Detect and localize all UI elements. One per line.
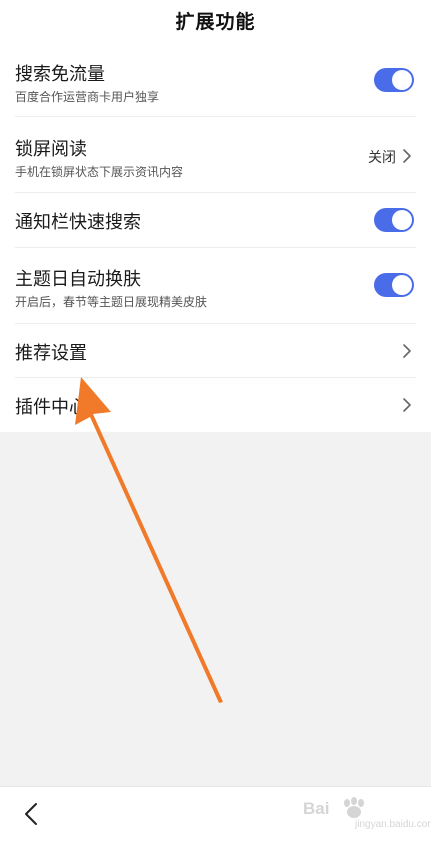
setting-subtitle: 手机在锁屏状态下展示资讯内容 — [15, 165, 184, 179]
setting-row-plugin-center[interactable]: 插件中心 — [0, 378, 431, 432]
toggle-knob — [392, 70, 412, 90]
setting-row-theme-skin[interactable]: 主题日自动换肤 开启后，春节等主题日展现精美皮肤 — [0, 248, 431, 324]
baidu-jingyan-watermark: Bai jingyan.baidu.com — [303, 793, 431, 835]
theme-skin-toggle[interactable] — [374, 273, 414, 297]
setting-title: 主题日自动换肤 — [15, 269, 141, 290]
setting-row-notification-search[interactable]: 通知栏快速搜索 — [0, 193, 431, 248]
chevron-right-icon — [403, 149, 411, 163]
free-traffic-toggle[interactable] — [374, 68, 414, 92]
chevron-right-icon — [403, 398, 411, 412]
setting-row-lockscreen-reading[interactable]: 锁屏阅读 手机在锁屏状态下展示资讯内容 关闭 — [0, 117, 431, 193]
setting-title: 锁屏阅读 — [15, 139, 87, 160]
back-button[interactable] — [22, 801, 40, 827]
watermark-sub: jingyan.baidu.com — [355, 819, 431, 830]
chevron-right-icon — [403, 344, 411, 358]
paw-icon — [344, 797, 364, 818]
bottom-bar: Bai jingyan.baidu.com — [0, 786, 431, 841]
setting-row-free-traffic[interactable]: 搜索免流量 百度合作运营商卡用户独享 — [0, 40, 431, 117]
page-header: 扩展功能 — [0, 0, 431, 40]
page-title: 扩展功能 — [175, 10, 256, 33]
setting-row-recommendation[interactable]: 推荐设置 — [0, 324, 431, 378]
watermark-brand: Bai — [303, 799, 330, 818]
setting-subtitle: 开启后，春节等主题日展现精美皮肤 — [15, 295, 208, 309]
lockscreen-reading-value: 关闭 — [368, 150, 396, 166]
setting-title: 通知栏快速搜索 — [15, 212, 141, 233]
setting-title: 推荐设置 — [15, 343, 87, 364]
settings-list: 搜索免流量 百度合作运营商卡用户独享 锁屏阅读 手机在锁屏状态下展示资讯内容 关… — [0, 40, 431, 432]
notification-search-toggle[interactable] — [374, 208, 414, 232]
toggle-knob — [392, 210, 412, 230]
setting-subtitle: 百度合作运营商卡用户独享 — [15, 90, 160, 104]
setting-title: 搜索免流量 — [15, 64, 105, 85]
toggle-knob — [392, 275, 412, 295]
setting-title: 插件中心 — [15, 397, 87, 418]
